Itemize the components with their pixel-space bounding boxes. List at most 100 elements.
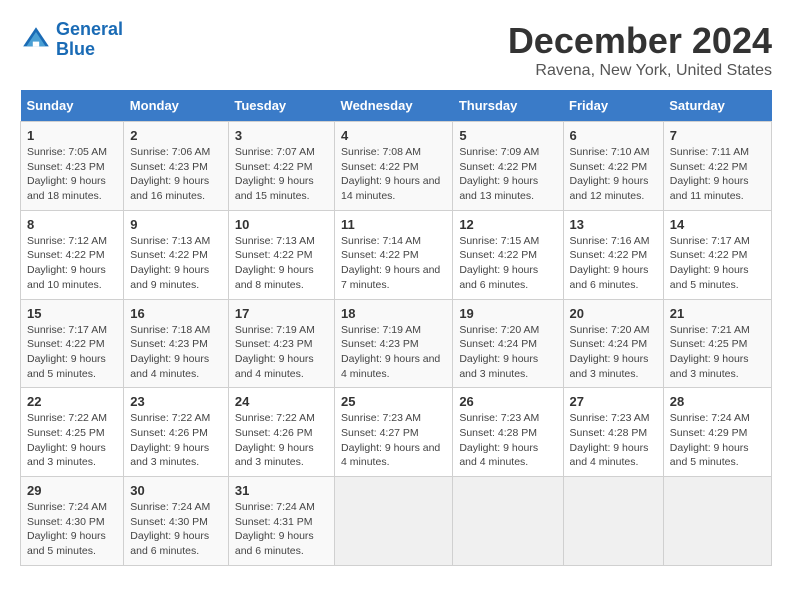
day-info: Sunrise: 7:24 AMSunset: 4:31 PMDaylight:… (235, 500, 328, 559)
day-header-sunday: Sunday (21, 90, 124, 122)
day-number: 2 (130, 128, 222, 143)
day-info: Sunrise: 7:09 AMSunset: 4:22 PMDaylight:… (459, 145, 556, 204)
day-info: Sunrise: 7:07 AMSunset: 4:22 PMDaylight:… (235, 145, 328, 204)
day-info: Sunrise: 7:12 AMSunset: 4:22 PMDaylight:… (27, 234, 117, 293)
day-info: Sunrise: 7:16 AMSunset: 4:22 PMDaylight:… (570, 234, 657, 293)
calendar-cell: 27 Sunrise: 7:23 AMSunset: 4:28 PMDayligh… (563, 388, 663, 477)
day-info: Sunrise: 7:23 AMSunset: 4:28 PMDaylight:… (570, 411, 657, 470)
calendar-cell: 26 Sunrise: 7:23 AMSunset: 4:28 PMDayligh… (453, 388, 563, 477)
logo: General Blue (20, 20, 123, 60)
day-info: Sunrise: 7:15 AMSunset: 4:22 PMDaylight:… (459, 234, 556, 293)
day-info: Sunrise: 7:17 AMSunset: 4:22 PMDaylight:… (670, 234, 765, 293)
calendar-cell: 22Sunrise: 7:22 AMSunset: 4:25 PMDayligh… (21, 388, 124, 477)
calendar-cell (335, 477, 453, 566)
calendar-cell: 17 Sunrise: 7:19 AMSunset: 4:23 PMDayligh… (228, 299, 334, 388)
day-number: 23 (130, 394, 222, 409)
day-number: 1 (27, 128, 117, 143)
day-info: Sunrise: 7:19 AMSunset: 4:23 PMDaylight:… (341, 323, 446, 382)
day-number: 30 (130, 483, 222, 498)
day-info: Sunrise: 7:13 AMSunset: 4:22 PMDaylight:… (235, 234, 328, 293)
day-number: 31 (235, 483, 328, 498)
day-info: Sunrise: 7:14 AMSunset: 4:22 PMDaylight:… (341, 234, 446, 293)
day-number: 4 (341, 128, 446, 143)
day-header-tuesday: Tuesday (228, 90, 334, 122)
day-info: Sunrise: 7:24 AMSunset: 4:30 PMDaylight:… (130, 500, 222, 559)
day-number: 24 (235, 394, 328, 409)
logo-icon (20, 24, 52, 56)
calendar-cell (663, 477, 771, 566)
calendar-cell: 16 Sunrise: 7:18 AMSunset: 4:23 PMDayligh… (124, 299, 229, 388)
week-row-5: 29Sunrise: 7:24 AMSunset: 4:30 PMDayligh… (21, 477, 772, 566)
day-number: 19 (459, 306, 556, 321)
day-info: Sunrise: 7:20 AMSunset: 4:24 PMDaylight:… (459, 323, 556, 382)
logo-text: General Blue (56, 20, 123, 60)
calendar-cell: 20 Sunrise: 7:20 AMSunset: 4:24 PMDayligh… (563, 299, 663, 388)
day-number: 7 (670, 128, 765, 143)
day-info: Sunrise: 7:23 AMSunset: 4:28 PMDaylight:… (459, 411, 556, 470)
day-info: Sunrise: 7:13 AMSunset: 4:22 PMDaylight:… (130, 234, 222, 293)
day-header-thursday: Thursday (453, 90, 563, 122)
day-number: 20 (570, 306, 657, 321)
day-header-wednesday: Wednesday (335, 90, 453, 122)
day-number: 21 (670, 306, 765, 321)
day-number: 22 (27, 394, 117, 409)
calendar-cell: 8 Sunrise: 7:12 AMSunset: 4:22 PMDaylight… (21, 210, 124, 299)
day-number: 3 (235, 128, 328, 143)
day-number: 25 (341, 394, 446, 409)
calendar-cell: 5 Sunrise: 7:09 AMSunset: 4:22 PMDaylight… (453, 122, 563, 211)
day-number: 26 (459, 394, 556, 409)
calendar-cell: 1 Sunrise: 7:05 AMSunset: 4:23 PMDaylight… (21, 122, 124, 211)
day-info: Sunrise: 7:05 AMSunset: 4:23 PMDaylight:… (27, 145, 117, 204)
calendar-cell: 2 Sunrise: 7:06 AMSunset: 4:23 PMDaylight… (124, 122, 229, 211)
day-number: 13 (570, 217, 657, 232)
day-info: Sunrise: 7:17 AMSunset: 4:22 PMDaylight:… (27, 323, 117, 382)
subtitle: Ravena, New York, United States (508, 62, 772, 80)
calendar-cell (563, 477, 663, 566)
title-section: December 2024 Ravena, New York, United S… (508, 20, 772, 80)
day-info: Sunrise: 7:19 AMSunset: 4:23 PMDaylight:… (235, 323, 328, 382)
calendar-cell: 10Sunrise: 7:13 AMSunset: 4:22 PMDayligh… (228, 210, 334, 299)
calendar-cell: 30 Sunrise: 7:24 AMSunset: 4:30 PMDayligh… (124, 477, 229, 566)
calendar-cell: 9 Sunrise: 7:13 AMSunset: 4:22 PMDaylight… (124, 210, 229, 299)
day-info: Sunrise: 7:23 AMSunset: 4:27 PMDaylight:… (341, 411, 446, 470)
calendar-cell: 31 Sunrise: 7:24 AMSunset: 4:31 PMDayligh… (228, 477, 334, 566)
day-info: Sunrise: 7:22 AMSunset: 4:26 PMDaylight:… (235, 411, 328, 470)
day-number: 16 (130, 306, 222, 321)
calendar-cell: 29Sunrise: 7:24 AMSunset: 4:30 PMDayligh… (21, 477, 124, 566)
day-info: Sunrise: 7:10 AMSunset: 4:22 PMDaylight:… (570, 145, 657, 204)
day-info: Sunrise: 7:06 AMSunset: 4:23 PMDaylight:… (130, 145, 222, 204)
week-row-1: 1 Sunrise: 7:05 AMSunset: 4:23 PMDaylight… (21, 122, 772, 211)
day-number: 18 (341, 306, 446, 321)
day-header-friday: Friday (563, 90, 663, 122)
day-info: Sunrise: 7:18 AMSunset: 4:23 PMDaylight:… (130, 323, 222, 382)
calendar-cell: 21Sunrise: 7:21 AMSunset: 4:25 PMDayligh… (663, 299, 771, 388)
day-number: 28 (670, 394, 765, 409)
day-number: 9 (130, 217, 222, 232)
calendar-table: SundayMondayTuesdayWednesdayThursdayFrid… (20, 90, 772, 566)
day-info: Sunrise: 7:24 AMSunset: 4:29 PMDaylight:… (670, 411, 765, 470)
day-number: 5 (459, 128, 556, 143)
day-info: Sunrise: 7:11 AMSunset: 4:22 PMDaylight:… (670, 145, 765, 204)
day-number: 12 (459, 217, 556, 232)
day-header-saturday: Saturday (663, 90, 771, 122)
day-number: 27 (570, 394, 657, 409)
calendar-cell: 28 Sunrise: 7:24 AMSunset: 4:29 PMDayligh… (663, 388, 771, 477)
calendar-cell (453, 477, 563, 566)
calendar-cell: 23 Sunrise: 7:22 AMSunset: 4:26 PMDayligh… (124, 388, 229, 477)
calendar-cell: 4Sunrise: 7:08 AMSunset: 4:22 PMDaylight… (335, 122, 453, 211)
calendar-cell: 18 Sunrise: 7:19 AMSunset: 4:23 PMDayligh… (335, 299, 453, 388)
calendar-cell: 3 Sunrise: 7:07 AMSunset: 4:22 PMDaylight… (228, 122, 334, 211)
day-number: 15 (27, 306, 117, 321)
calendar-cell: 6 Sunrise: 7:10 AMSunset: 4:22 PMDaylight… (563, 122, 663, 211)
day-info: Sunrise: 7:22 AMSunset: 4:26 PMDaylight:… (130, 411, 222, 470)
week-row-4: 22Sunrise: 7:22 AMSunset: 4:25 PMDayligh… (21, 388, 772, 477)
week-row-3: 15 Sunrise: 7:17 AMSunset: 4:22 PMDayligh… (21, 299, 772, 388)
day-header-monday: Monday (124, 90, 229, 122)
day-number: 8 (27, 217, 117, 232)
day-number: 11 (341, 217, 446, 232)
day-number: 6 (570, 128, 657, 143)
calendar-cell: 12 Sunrise: 7:15 AMSunset: 4:22 PMDayligh… (453, 210, 563, 299)
day-number: 17 (235, 306, 328, 321)
main-title: December 2024 (508, 20, 772, 62)
day-info: Sunrise: 7:20 AMSunset: 4:24 PMDaylight:… (570, 323, 657, 382)
